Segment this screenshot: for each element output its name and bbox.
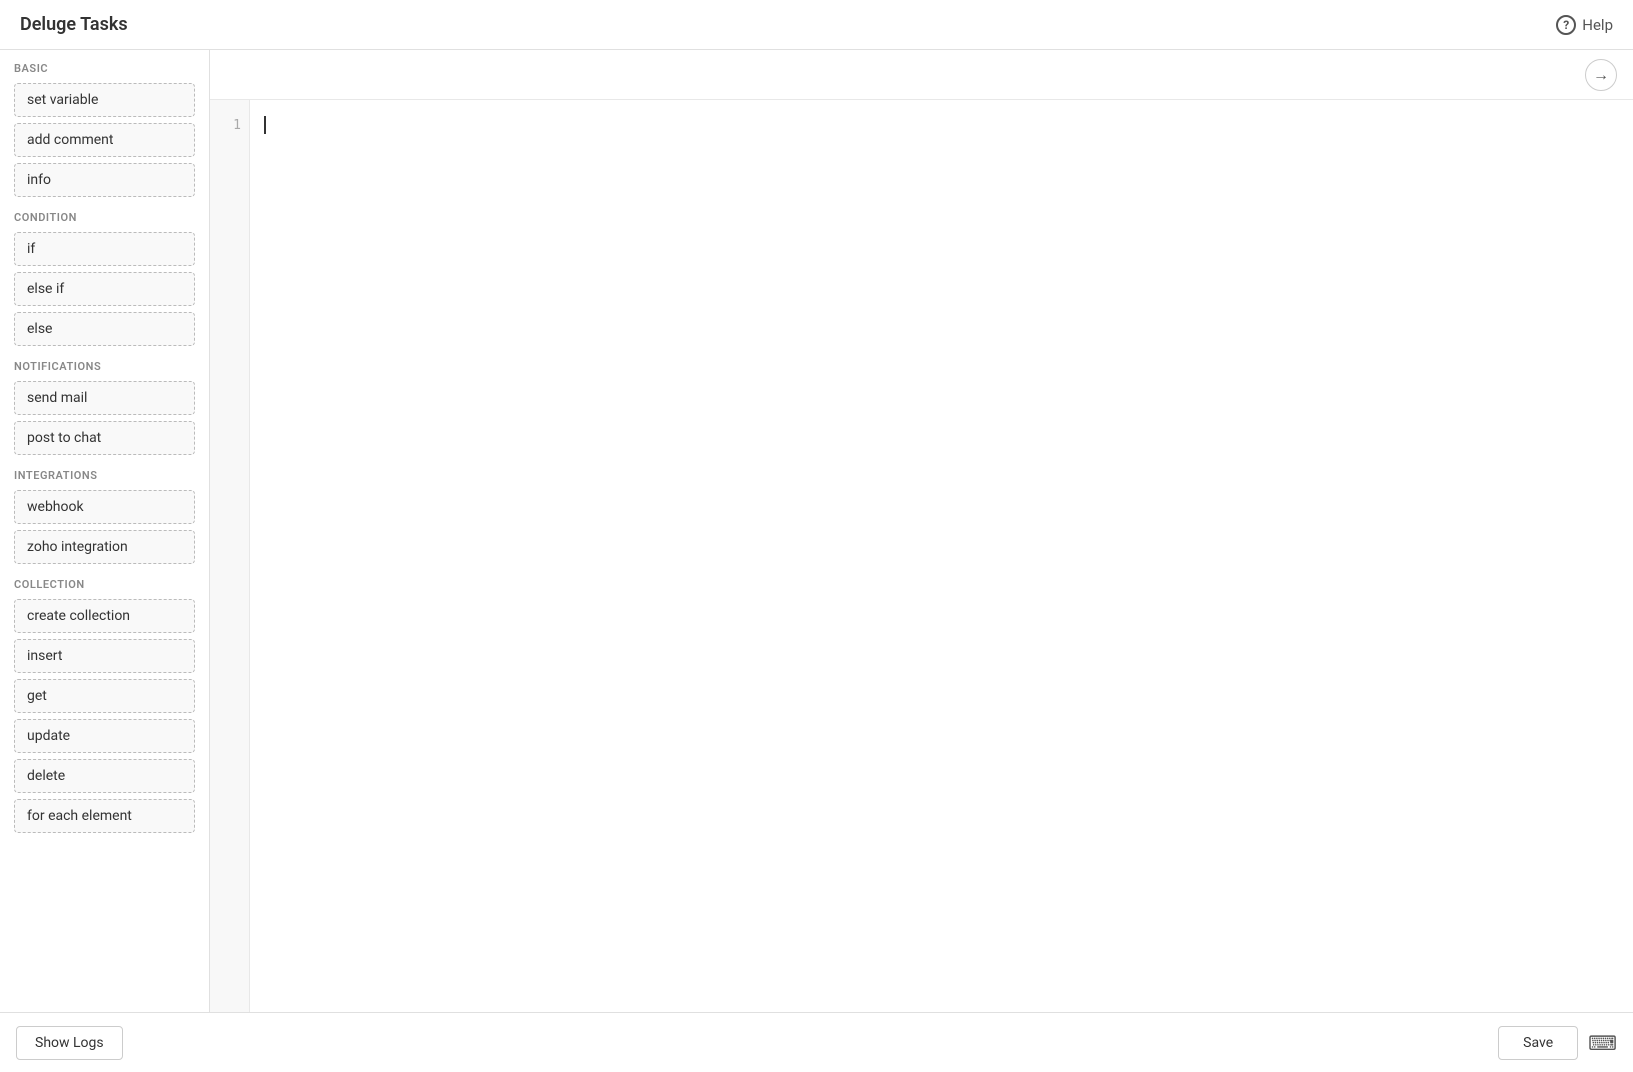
editor-area: → 1 [210,50,1633,1012]
show-logs-button[interactable]: Show Logs [16,1026,123,1060]
task-item-create-collection[interactable]: create collection [14,599,195,633]
task-item-zoho-integration[interactable]: zoho integration [14,530,195,564]
task-item-else-if[interactable]: else if [14,272,195,306]
task-item-get[interactable]: get [14,679,195,713]
help-icon: ? [1556,15,1576,35]
forward-arrow-button[interactable]: → [1585,59,1617,91]
footer-left: Show Logs [16,1026,123,1060]
task-item-insert[interactable]: insert [14,639,195,673]
task-item-if[interactable]: if [14,232,195,266]
help-button[interactable]: ? Help [1556,15,1613,35]
section-label-basic: BASIC [14,62,195,75]
task-item-set-variable[interactable]: set variable [14,83,195,117]
section-label-condition: CONDITION [14,211,195,224]
editor-content: 1 [210,100,1633,1012]
task-item-post-to-chat[interactable]: post to chat [14,421,195,455]
footer: Show Logs Save ⌨ [0,1012,1633,1072]
section-label-integrations: INTEGRATIONS [14,469,195,482]
cursor-line [264,112,1619,138]
task-item-send-mail[interactable]: send mail [14,381,195,415]
help-label: Help [1582,16,1613,34]
line-number-1: 1 [210,110,241,130]
editor-header-bar: → [210,50,1633,100]
task-item-webhook[interactable]: webhook [14,490,195,524]
app-title: Deluge Tasks [20,14,128,35]
task-item-info[interactable]: info [14,163,195,197]
line-numbers: 1 [210,100,250,1012]
main-layout: BASIC set variable add comment info CONDITIO… [0,50,1633,1012]
keyboard-icon[interactable]: ⌨ [1588,1031,1617,1055]
code-area[interactable] [250,100,1633,1012]
task-item-delete[interactable]: delete [14,759,195,793]
section-label-collection: COLLECTION [14,578,195,591]
sidebar: BASIC set variable add comment info CONDITIO… [0,50,210,1012]
footer-right: Save ⌨ [1498,1026,1617,1060]
task-item-for-each-element[interactable]: for each element [14,799,195,833]
section-label-notifications: NOTIFICATIONS [14,360,195,373]
task-item-update[interactable]: update [14,719,195,753]
save-button[interactable]: Save [1498,1026,1578,1060]
arrow-icon: → [1593,65,1609,85]
task-item-else[interactable]: else [14,312,195,346]
header: Deluge Tasks ? Help [0,0,1633,50]
task-item-add-comment[interactable]: add comment [14,123,195,157]
text-cursor [264,116,266,134]
